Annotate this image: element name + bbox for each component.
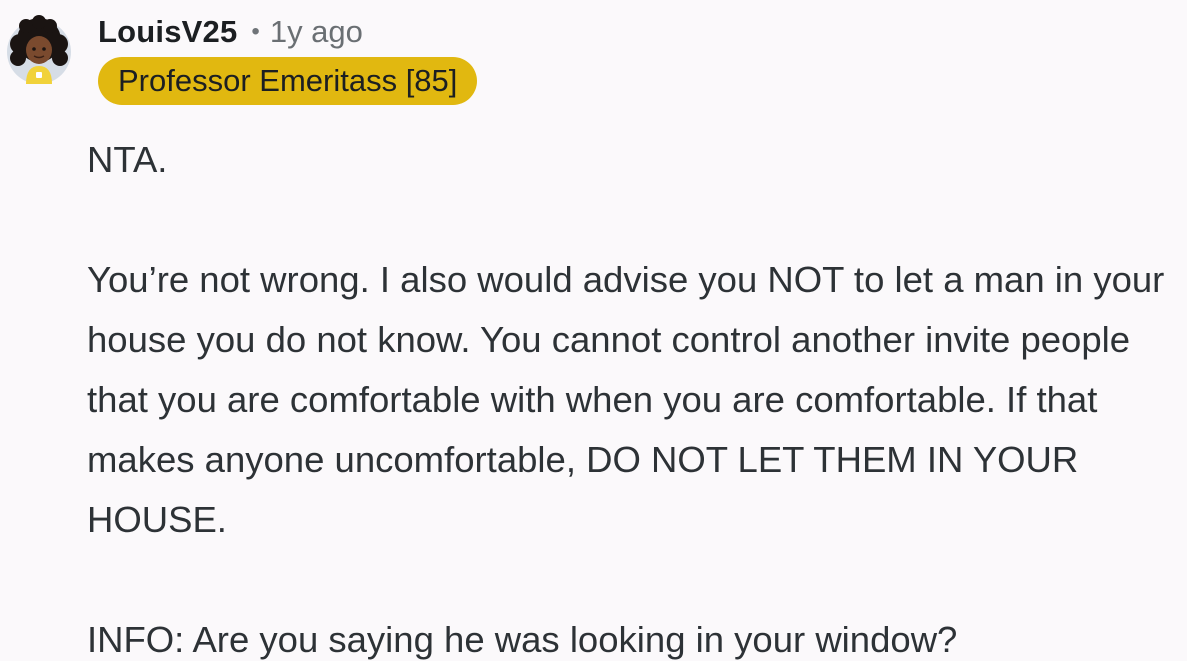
meta-separator: • xyxy=(251,18,260,45)
comment-paragraph: NTA. xyxy=(87,139,168,180)
comment-body: NTA. You’re not wrong. I also would advi… xyxy=(87,130,1177,661)
comment: LouisV25 • 1y ago Professor Emeritass [8… xyxy=(0,0,1187,661)
user-flair-badge: Professor Emeritass [85] xyxy=(98,57,478,105)
comment-header: LouisV25 • 1y ago xyxy=(98,12,363,52)
comment-timestamp: 1y ago xyxy=(269,14,363,49)
user-avatar-icon[interactable] xyxy=(4,14,74,86)
comment-paragraph: You’re not wrong. I also would advise yo… xyxy=(87,259,1165,540)
author-username[interactable]: LouisV25 xyxy=(98,14,237,50)
comment-paragraph: INFO: Are you saying he was looking in y… xyxy=(87,619,958,660)
